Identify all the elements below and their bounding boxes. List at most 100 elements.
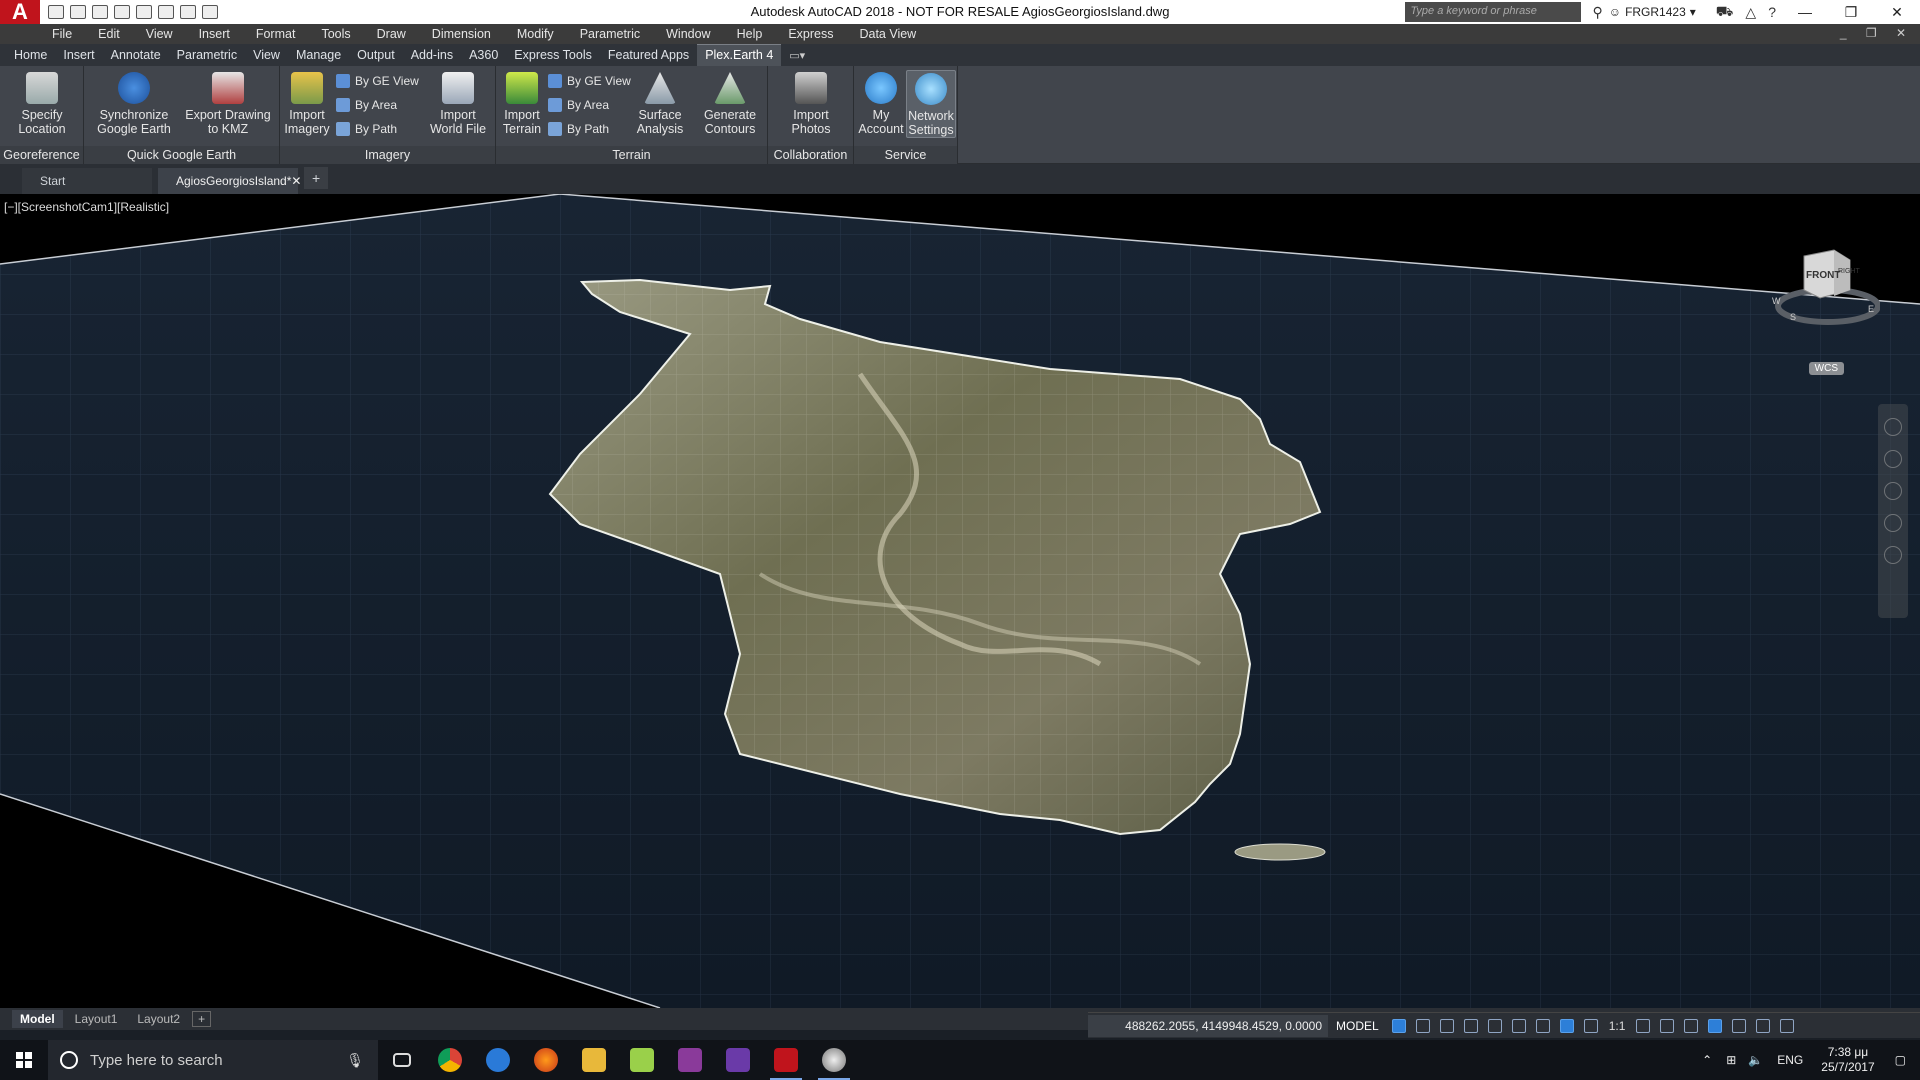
import-world-file-button[interactable]: Import World File	[422, 72, 494, 136]
compass-south-label[interactable]: S	[1790, 312, 1796, 322]
menu-edit[interactable]: Edit	[98, 27, 120, 41]
tab-a360[interactable]: A360	[461, 45, 506, 66]
viewcube[interactable]: FRONT RIGHT S E W	[1770, 244, 1881, 334]
tab-insert[interactable]: Insert	[55, 45, 102, 66]
menu-tools[interactable]: Tools	[321, 27, 350, 41]
compass-east-label[interactable]: E	[1868, 304, 1874, 314]
units-icon[interactable]	[1684, 1018, 1699, 1033]
surface-analysis-button[interactable]: Surface Analysis	[628, 72, 692, 136]
grid-display-icon[interactable]	[1391, 1018, 1406, 1033]
menu-data-view[interactable]: Data View	[859, 27, 916, 41]
hardware-acceleration-icon[interactable]	[1732, 1018, 1747, 1033]
user-signin[interactable]: ☺ FRGR1423 ▾	[1609, 5, 1696, 19]
layout-tab-layout2[interactable]: Layout2	[129, 1010, 188, 1028]
my-account-button[interactable]: My Account	[856, 72, 906, 136]
redo-icon[interactable]	[180, 5, 196, 19]
orbit-icon[interactable]	[1884, 514, 1902, 532]
qat-dropdown-icon[interactable]	[202, 5, 218, 19]
tab-plex-earth[interactable]: Plex.Earth 4	[697, 44, 782, 66]
tray-overflow-icon[interactable]: ⌃	[1702, 1053, 1712, 1067]
menu-file[interactable]: File	[52, 27, 72, 41]
save-icon[interactable]	[92, 5, 108, 19]
menu-express[interactable]: Express	[788, 27, 833, 41]
imagery-by-ge-view-button[interactable]: By GE View	[336, 72, 419, 90]
annotation-scale[interactable]: 1:1	[1609, 1019, 1626, 1033]
windows-start-button[interactable]	[0, 1040, 48, 1080]
object-snap-icon[interactable]	[1535, 1018, 1550, 1033]
taskbar-visual-studio[interactable]	[714, 1040, 762, 1080]
imagery-by-path-button[interactable]: By Path	[336, 120, 397, 138]
import-photos-button[interactable]: Import Photos	[778, 72, 844, 136]
binoculars-icon[interactable]: ⚲	[1593, 4, 1603, 21]
taskbar-autocad[interactable]	[762, 1040, 810, 1080]
imagery-by-area-button[interactable]: By Area	[336, 96, 397, 114]
help-icon[interactable]: ?	[1768, 4, 1776, 20]
add-layout-button[interactable]: +	[192, 1011, 212, 1027]
menu-view[interactable]: View	[146, 27, 173, 41]
taskbar-clock[interactable]: 7:38 μμ 25/7/2017	[1821, 1045, 1874, 1075]
action-center-icon[interactable]: ▢	[1895, 1053, 1906, 1067]
taskbar-chrome[interactable]	[426, 1040, 474, 1080]
taskbar-firefox[interactable]	[522, 1040, 570, 1080]
tab-add-ins[interactable]: Add-ins	[403, 45, 461, 66]
import-terrain-button[interactable]: Import Terrain	[498, 72, 546, 136]
layout-tab-model[interactable]: Model	[12, 1010, 63, 1028]
network-settings-button[interactable]: Network Settings	[906, 70, 956, 138]
clean-screen-icon[interactable]	[1756, 1018, 1771, 1033]
drawing-viewport[interactable]: [−][ScreenshotCam1][Realistic] FRONT RIG…	[0, 194, 1920, 1008]
minimize-button[interactable]: —	[1782, 0, 1828, 24]
input-language[interactable]: ENG	[1777, 1053, 1803, 1067]
tray-volume-icon[interactable]: 🔈	[1748, 1053, 1763, 1067]
cart-icon[interactable]: ⛟	[1716, 3, 1734, 22]
generate-contours-button[interactable]: Generate Contours	[696, 72, 764, 136]
pan-icon[interactable]	[1884, 450, 1902, 468]
taskbar-google-earth[interactable]	[810, 1040, 858, 1080]
menu-parametric[interactable]: Parametric	[580, 27, 640, 41]
terrain-by-area-button[interactable]: By Area	[548, 96, 609, 114]
showmotion-icon[interactable]	[1884, 546, 1902, 564]
annotation-visibility-icon[interactable]	[1559, 1018, 1574, 1033]
tab-annotate[interactable]: Annotate	[103, 45, 169, 66]
save-as-icon[interactable]	[114, 5, 130, 19]
annotation-monitor-icon[interactable]	[1660, 1018, 1675, 1033]
document-window-controls[interactable]: _ ❐ ✕	[1840, 26, 1914, 40]
ortho-icon[interactable]	[1439, 1018, 1454, 1033]
specify-location-button[interactable]: Specify Location	[10, 72, 74, 136]
tab-start[interactable]: Start	[22, 168, 152, 194]
menu-insert[interactable]: Insert	[199, 27, 230, 41]
viewcube-right-label[interactable]: RIGHT	[1838, 268, 1860, 275]
object-snap-tracking-icon[interactable]	[1511, 1018, 1526, 1033]
snap-mode-icon[interactable]	[1415, 1018, 1430, 1033]
menu-modify[interactable]: Modify	[517, 27, 554, 41]
auto-scale-icon[interactable]	[1583, 1018, 1598, 1033]
synchronize-google-earth-button[interactable]: Synchronize Google Earth	[94, 72, 174, 136]
coordinates-readout[interactable]: 488262.2055, 4149948.4529, 0.0000	[1088, 1014, 1328, 1037]
tab-drawing[interactable]: AgiosGeorgiosIsland* ✕	[158, 168, 301, 194]
tab-express-tools[interactable]: Express Tools	[506, 45, 600, 66]
tab-featured-apps[interactable]: Featured Apps	[600, 45, 697, 66]
model-space-toggle[interactable]: MODEL	[1328, 1019, 1387, 1033]
export-kmz-button[interactable]: Export Drawing to KMZ	[182, 72, 274, 136]
taskbar-edge[interactable]	[474, 1040, 522, 1080]
close-tab-icon[interactable]: ✕	[291, 174, 301, 188]
customization-menu-icon[interactable]	[1780, 1018, 1795, 1033]
autocad-logo-icon[interactable]: A	[0, 0, 40, 24]
menu-draw[interactable]: Draw	[377, 27, 406, 41]
layout-tab-layout1[interactable]: Layout1	[67, 1010, 126, 1028]
menu-help[interactable]: Help	[737, 27, 763, 41]
help-search-input[interactable]: Type a keyword or phrase	[1404, 2, 1581, 22]
tab-output[interactable]: Output	[349, 45, 403, 66]
close-button[interactable]: ✕	[1874, 0, 1920, 24]
zoom-icon[interactable]	[1884, 482, 1902, 500]
wcs-menu[interactable]: WCS	[1808, 362, 1844, 375]
workspace-switching-icon[interactable]	[1636, 1018, 1651, 1033]
new-tab-button[interactable]: +	[304, 167, 329, 189]
ribbon-display-toggle[interactable]: ▭▾	[781, 46, 813, 66]
taskbar-pdf-app[interactable]	[666, 1040, 714, 1080]
import-imagery-button[interactable]: Import Imagery	[282, 72, 332, 136]
new-file-icon[interactable]	[48, 5, 64, 19]
viewport-controls-label[interactable]: [−][ScreenshotCam1][Realistic]	[4, 200, 169, 214]
restore-button[interactable]: ❐	[1828, 0, 1874, 24]
menu-format[interactable]: Format	[256, 27, 296, 41]
microphone-icon[interactable]: 🎙	[346, 1052, 364, 1069]
